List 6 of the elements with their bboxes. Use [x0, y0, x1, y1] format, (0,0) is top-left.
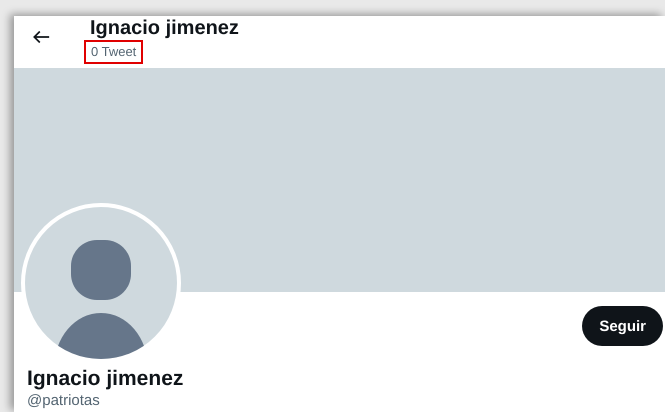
- profile-name-heading: Ignacio jimenez: [90, 16, 239, 40]
- profile-name: Ignacio jimenez: [27, 366, 184, 392]
- profile-handle: @patriotas: [27, 392, 101, 410]
- tweet-count: 0 Tweet: [84, 40, 144, 64]
- back-arrow-icon[interactable]: [33, 30, 50, 44]
- follow-button[interactable]: Seguir: [582, 306, 663, 346]
